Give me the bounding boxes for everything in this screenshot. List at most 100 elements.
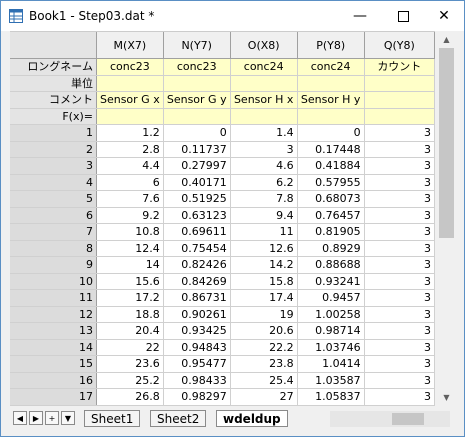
data-cell[interactable]: 0.68073 — [297, 190, 365, 208]
data-cell[interactable]: 0.82426 — [163, 256, 231, 274]
data-cell[interactable]: 12.4 — [96, 240, 164, 257]
minimize-button[interactable]: — — [340, 1, 380, 31]
data-cell[interactable]: 22 — [96, 339, 164, 356]
tab-sheet1[interactable]: Sheet1 — [84, 410, 141, 427]
data-cell[interactable]: 1.05837 — [297, 388, 365, 406]
column-header[interactable]: Q(Y8) — [364, 32, 435, 59]
data-cell[interactable]: 0.98433 — [163, 372, 231, 389]
data-cell[interactable]: 3 — [364, 339, 435, 356]
data-cell[interactable]: 0.17448 — [297, 141, 365, 158]
horizontal-scrollbar[interactable] — [330, 411, 450, 427]
row-number[interactable]: 7 — [10, 223, 97, 241]
add-sheet-button[interactable]: + — [45, 411, 59, 425]
tab-sheet2[interactable]: Sheet2 — [150, 410, 207, 427]
data-cell[interactable]: 3 — [364, 240, 435, 257]
data-cell[interactable]: 3 — [364, 174, 435, 191]
data-cell[interactable]: 15.6 — [96, 273, 164, 290]
data-cell[interactable]: 7.6 — [96, 190, 164, 208]
data-cell[interactable]: 6 — [96, 174, 164, 191]
data-cell[interactable]: 7.8 — [230, 190, 298, 208]
data-cell[interactable]: 0.51925 — [163, 190, 231, 208]
row-number[interactable]: 5 — [10, 190, 97, 208]
data-cell[interactable]: 20.6 — [230, 322, 298, 340]
maximize-button[interactable] — [383, 1, 423, 31]
label-cell[interactable] — [364, 75, 435, 92]
label-cell[interactable]: Sensor G y — [163, 91, 231, 109]
label-cell[interactable] — [163, 108, 231, 125]
data-cell[interactable]: 26.8 — [96, 388, 164, 406]
data-cell[interactable]: 3 — [364, 355, 435, 373]
data-cell[interactable]: 12.6 — [230, 240, 298, 257]
data-cell[interactable]: 3 — [364, 190, 435, 208]
data-cell[interactable]: 22.2 — [230, 339, 298, 356]
column-header[interactable]: M(X7) — [96, 32, 164, 59]
row-number[interactable]: 6 — [10, 207, 97, 224]
label-cell[interactable] — [96, 75, 164, 92]
label-cell[interactable] — [230, 108, 298, 125]
label-cell[interactable] — [364, 91, 435, 109]
title-bar[interactable]: Book1 - Step03.dat * — ✕ — [1, 1, 464, 31]
row-number[interactable]: 17 — [10, 388, 97, 406]
label-cell[interactable] — [297, 75, 365, 92]
data-cell[interactable]: 0.86731 — [163, 289, 231, 307]
data-cell[interactable]: 9.2 — [96, 207, 164, 224]
data-cell[interactable]: 3 — [364, 141, 435, 158]
data-cell[interactable]: 3 — [364, 289, 435, 307]
data-cell[interactable]: 0.90261 — [163, 306, 231, 323]
data-cell[interactable]: 3 — [364, 306, 435, 323]
data-cell[interactable]: 20.4 — [96, 322, 164, 340]
row-number[interactable]: 13 — [10, 322, 97, 340]
label-cell[interactable]: conc24 — [230, 58, 298, 76]
row-number[interactable]: 2 — [10, 141, 97, 158]
data-cell[interactable]: 0.63123 — [163, 207, 231, 224]
row-number[interactable]: 3 — [10, 157, 97, 175]
row-number[interactable]: 9 — [10, 256, 97, 274]
row-number[interactable]: 15 — [10, 355, 97, 373]
tab-wdeldup[interactable]: wdeldup — [216, 410, 288, 427]
data-cell[interactable]: 0.88688 — [297, 256, 365, 274]
label-cell[interactable] — [163, 75, 231, 92]
data-cell[interactable]: 0 — [163, 124, 231, 142]
data-cell[interactable]: 4.6 — [230, 157, 298, 175]
label-cell[interactable] — [297, 108, 365, 125]
data-cell[interactable]: 3 — [364, 207, 435, 224]
label-cell[interactable]: Sensor H y — [297, 91, 365, 109]
data-cell[interactable]: 15.8 — [230, 273, 298, 290]
label-cell[interactable]: カウント — [364, 58, 435, 76]
data-cell[interactable]: 25.2 — [96, 372, 164, 389]
data-cell[interactable]: 3 — [364, 388, 435, 406]
data-cell[interactable]: 25.4 — [230, 372, 298, 389]
label-cell[interactable] — [96, 108, 164, 125]
data-cell[interactable]: 0.9457 — [297, 289, 365, 307]
data-cell[interactable]: 2.8 — [96, 141, 164, 158]
data-cell[interactable]: 17.4 — [230, 289, 298, 307]
data-cell[interactable]: 3 — [364, 256, 435, 274]
data-cell[interactable]: 0.95477 — [163, 355, 231, 373]
next-sheet-button[interactable]: ▶ — [29, 411, 43, 425]
data-cell[interactable]: 19 — [230, 306, 298, 323]
vertical-scroll-thumb[interactable] — [439, 48, 454, 238]
data-cell[interactable]: 0.11737 — [163, 141, 231, 158]
data-cell[interactable]: 3 — [230, 141, 298, 158]
data-cell[interactable]: 6.2 — [230, 174, 298, 191]
row-number[interactable]: 4 — [10, 174, 97, 191]
data-cell[interactable]: 3 — [364, 223, 435, 241]
scroll-up-icon[interactable]: ▲ — [436, 31, 457, 47]
row-number[interactable]: 12 — [10, 306, 97, 323]
label-cell[interactable] — [230, 75, 298, 92]
data-cell[interactable]: 11 — [230, 223, 298, 241]
row-number[interactable]: 16 — [10, 372, 97, 389]
label-cell[interactable]: conc23 — [163, 58, 231, 76]
data-cell[interactable]: 0.81905 — [297, 223, 365, 241]
data-cell[interactable]: 3 — [364, 322, 435, 340]
data-cell[interactable]: 23.8 — [230, 355, 298, 373]
data-cell[interactable]: 0.76457 — [297, 207, 365, 224]
data-cell[interactable]: 9.4 — [230, 207, 298, 224]
data-cell[interactable]: 1.00258 — [297, 306, 365, 323]
data-cell[interactable]: 0.75454 — [163, 240, 231, 257]
data-cell[interactable]: 1.2 — [96, 124, 164, 142]
data-cell[interactable]: 23.6 — [96, 355, 164, 373]
data-cell[interactable]: 0.57955 — [297, 174, 365, 191]
label-cell[interactable]: conc24 — [297, 58, 365, 76]
column-header[interactable]: N(Y7) — [163, 32, 231, 59]
